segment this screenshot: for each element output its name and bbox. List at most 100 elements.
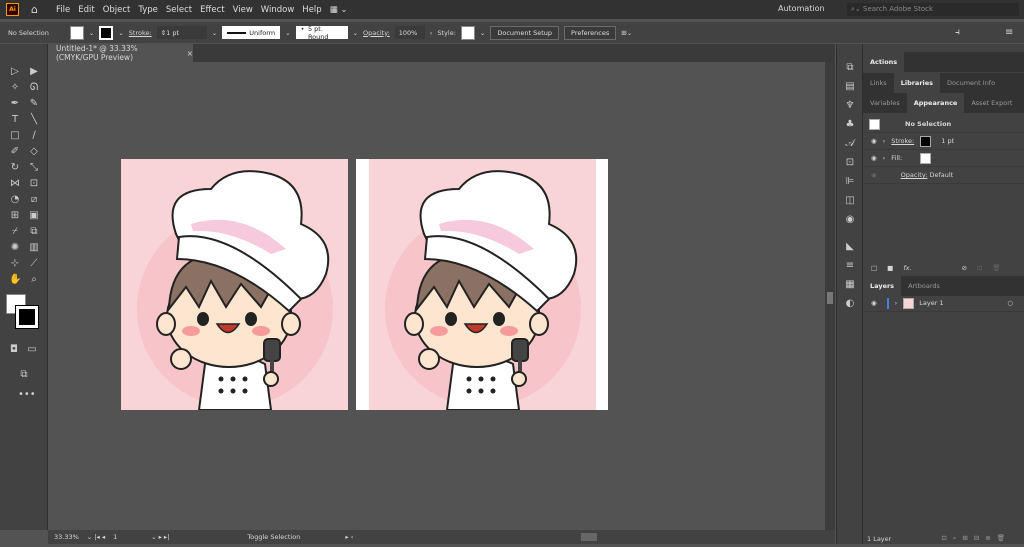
workspace-switcher-icon[interactable]: ▦ ⌄ bbox=[330, 5, 348, 15]
eraser-tool-icon[interactable]: ◇ bbox=[28, 146, 40, 157]
menu-window[interactable]: Window bbox=[261, 5, 295, 15]
fill-swatch[interactable] bbox=[920, 152, 932, 164]
lasso-tool-icon[interactable]: ᘏ bbox=[28, 82, 40, 93]
line-tool-icon[interactable]: ╲ bbox=[28, 114, 40, 125]
stroke-weight-input[interactable]: ⇕ 1 pt bbox=[156, 26, 207, 39]
preferences-button[interactable]: Preferences bbox=[564, 25, 617, 40]
stroke-swatch[interactable] bbox=[99, 25, 114, 40]
gradient-tool-icon[interactable]: ▣ bbox=[28, 210, 40, 221]
rotate-tool-icon[interactable]: ↻ bbox=[9, 162, 21, 173]
edit-toolbar-icon[interactable]: ••• bbox=[18, 389, 36, 400]
direct-selection-tool-icon[interactable]: ▶ bbox=[28, 66, 40, 77]
graph-tool-icon[interactable]: ▥ bbox=[28, 242, 40, 253]
opacity-label[interactable]: Opacity: bbox=[901, 171, 928, 179]
tab-document-info[interactable]: Document Info bbox=[940, 73, 1002, 93]
vertical-scrollbar[interactable] bbox=[825, 62, 835, 530]
stroke-label[interactable]: Stroke: bbox=[129, 29, 152, 37]
mesh-tool-icon[interactable]: ⊞ bbox=[9, 210, 21, 221]
color-guide-icon[interactable]: ◉ bbox=[843, 214, 857, 226]
change-screen-mode-icon[interactable]: ⧉ bbox=[18, 369, 30, 380]
transparency-icon[interactable]: ▦ bbox=[843, 279, 857, 291]
artboard-tool-icon[interactable]: ⊹ bbox=[9, 258, 21, 269]
expand-icon[interactable]: › bbox=[895, 299, 898, 307]
shape-builder-tool-icon[interactable]: ◔ bbox=[9, 194, 21, 205]
menu-type[interactable]: Type bbox=[138, 5, 158, 15]
tab-actions[interactable]: Actions bbox=[863, 52, 905, 72]
stroke-icon[interactable]: ≡ bbox=[843, 260, 857, 272]
home-icon[interactable]: ⌂ bbox=[31, 3, 38, 16]
tab-links[interactable]: Links bbox=[863, 73, 894, 93]
document-tab[interactable]: Untitled-1* @ 33.33% (CMYK/GPU Preview) × bbox=[48, 44, 193, 62]
eye-icon[interactable]: ◉ bbox=[871, 299, 877, 307]
stroke-color-swatch[interactable] bbox=[15, 305, 39, 329]
zoom-tool-icon[interactable]: ⌕ bbox=[28, 274, 40, 285]
scale-tool-icon[interactable]: ⤡ bbox=[28, 162, 40, 173]
add-fill-icon[interactable]: ■ bbox=[887, 264, 893, 272]
tab-libraries[interactable]: Libraries bbox=[893, 73, 941, 93]
style-swatch[interactable] bbox=[460, 25, 475, 40]
opacity-input[interactable]: 100% bbox=[394, 26, 425, 39]
selection-tool-icon[interactable]: ▷ bbox=[9, 66, 21, 77]
menu-object[interactable]: Object bbox=[103, 5, 131, 15]
eyedropper-tool-icon[interactable]: ⌿ bbox=[9, 226, 21, 237]
expand-icon[interactable]: › bbox=[883, 137, 886, 145]
align-icon[interactable]: ⫞ bbox=[955, 27, 960, 38]
transform-icon[interactable]: ⊡ bbox=[843, 157, 857, 169]
menu-view[interactable]: View bbox=[233, 5, 253, 15]
zoom-level[interactable]: 33.33% bbox=[54, 533, 79, 541]
image-trace-icon[interactable]: ▤ bbox=[843, 81, 857, 93]
type-tool-icon[interactable]: T bbox=[9, 114, 21, 125]
tab-artboards[interactable]: Artboards bbox=[901, 276, 947, 296]
eye-icon[interactable]: ◉ bbox=[871, 137, 877, 145]
variable-width-profile[interactable]: Uniform bbox=[222, 26, 281, 39]
layer-actions-icons[interactable]: ⊡⌕⊞⊟⊕🗑 bbox=[941, 534, 1011, 543]
appearance-fill-row[interactable]: ◉ › Fill: bbox=[863, 150, 1024, 167]
tab-variables[interactable]: Variables bbox=[863, 93, 907, 113]
curvature-tool-icon[interactable]: ✎ bbox=[28, 98, 40, 109]
fx-button[interactable]: fx. bbox=[903, 264, 911, 272]
artboard-number[interactable]: 1 bbox=[113, 533, 143, 541]
eye-icon[interactable]: ◉ bbox=[871, 154, 877, 162]
width-tool-icon[interactable]: ⋈ bbox=[9, 178, 21, 189]
canvas[interactable] bbox=[48, 62, 825, 530]
symbol-sprayer-tool-icon[interactable]: ✺ bbox=[9, 242, 21, 253]
pen-tool-icon[interactable]: ✒ bbox=[9, 98, 21, 109]
status-toggle[interactable]: Toggle Selection bbox=[247, 533, 337, 541]
pathfinder-icon[interactable]: ◫ bbox=[843, 195, 857, 207]
hand-tool-icon[interactable]: ✋ bbox=[9, 274, 21, 285]
target-icon[interactable]: ○ bbox=[1007, 299, 1013, 307]
fill-swatch[interactable] bbox=[69, 25, 84, 40]
align-icon[interactable]: ⊫ bbox=[843, 176, 857, 188]
character-icon[interactable]: 𝒜 bbox=[843, 138, 857, 150]
perspective-tool-icon[interactable]: ⧄ bbox=[28, 194, 40, 205]
shaper-tool-icon[interactable]: ✐ bbox=[9, 146, 21, 157]
menu-effect[interactable]: Effect bbox=[200, 5, 224, 15]
screen-mode-icon[interactable]: ▭ bbox=[26, 344, 38, 355]
paintbrush-tool-icon[interactable]: ∕ bbox=[28, 130, 40, 141]
appearance-opacity-row[interactable]: ◉ Opacity: Default bbox=[863, 167, 1024, 184]
menu-file[interactable]: File bbox=[56, 5, 70, 15]
menu-select[interactable]: Select bbox=[166, 5, 192, 15]
artboard-2[interactable] bbox=[356, 159, 608, 411]
clear-appearance-icon[interactable]: ⊘ bbox=[962, 264, 967, 272]
stroke-label[interactable]: Stroke: bbox=[891, 137, 920, 145]
close-tab-icon[interactable]: × bbox=[187, 49, 193, 58]
color-icon[interactable]: ◐ bbox=[843, 298, 857, 310]
free-transform-tool-icon[interactable]: ⊡ bbox=[28, 178, 40, 189]
blend-tool-icon[interactable]: ⧉ bbox=[28, 226, 40, 237]
artboards-panel-icon[interactable]: ⧉ bbox=[843, 62, 857, 74]
slice-tool-icon[interactable]: ⟋ bbox=[28, 258, 40, 269]
brushes-icon[interactable]: ♆ bbox=[843, 100, 857, 112]
workspace-dropdown[interactable]: Automation bbox=[778, 4, 825, 13]
add-stroke-icon[interactable]: □ bbox=[871, 264, 877, 272]
expand-icon[interactable]: › bbox=[883, 154, 886, 162]
appearance-stroke-row[interactable]: ◉ › Stroke: 1 pt bbox=[863, 133, 1024, 150]
menu-help[interactable]: Help bbox=[302, 5, 321, 15]
brush-definition[interactable]: • 5 pt. Round bbox=[295, 25, 348, 41]
layer-name[interactable]: Layer 1 bbox=[919, 299, 1007, 307]
document-setup-button[interactable]: Document Setup bbox=[490, 25, 560, 40]
opacity-label[interactable]: Opacity: bbox=[363, 29, 390, 37]
stroke-swatch[interactable] bbox=[920, 135, 932, 147]
symbols-icon[interactable]: ♣ bbox=[843, 119, 857, 131]
artboard-1[interactable] bbox=[121, 159, 348, 411]
